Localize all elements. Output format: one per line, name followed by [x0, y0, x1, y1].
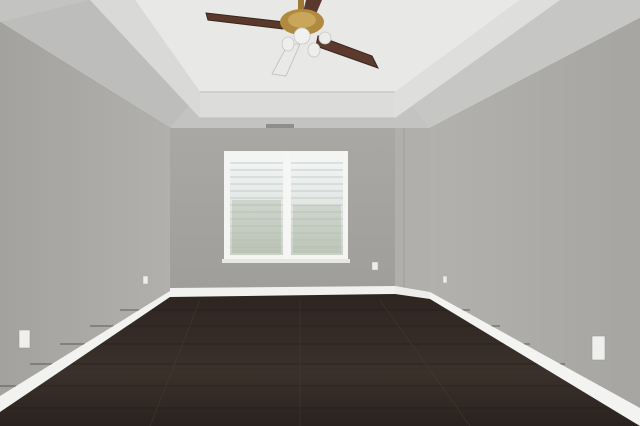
double-window [222, 151, 350, 263]
outlet-bumpout [442, 275, 448, 284]
tray-ledge-front [200, 92, 395, 118]
wall-bumpout [395, 128, 430, 298]
outlet-left-wall [18, 329, 31, 349]
outlet-back-left [142, 275, 149, 285]
outlet-right-wall [591, 335, 606, 361]
air-vent [266, 124, 294, 128]
room-illustration [0, 0, 640, 426]
outlet-back-right [371, 261, 379, 271]
room-photo [0, 0, 640, 426]
